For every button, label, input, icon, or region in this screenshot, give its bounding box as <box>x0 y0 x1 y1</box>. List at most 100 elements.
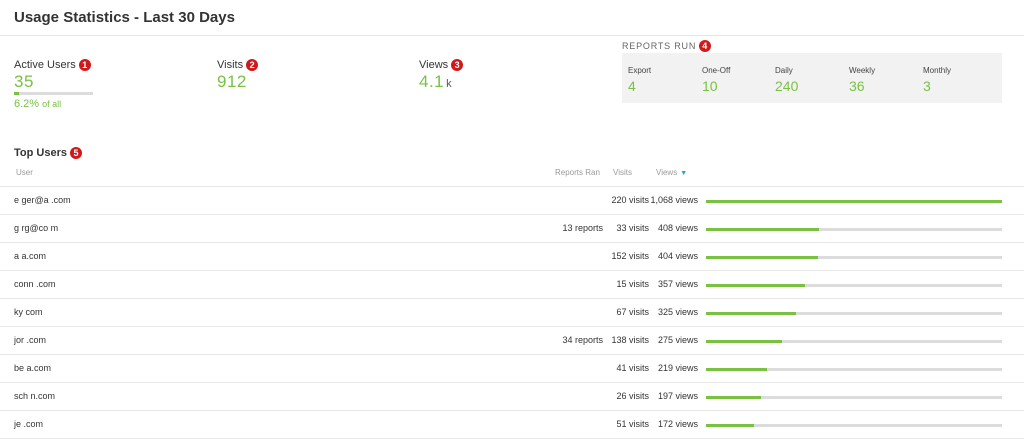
views-count: 325 views <box>657 307 698 317</box>
visits-count: 152 visits <box>611 251 649 261</box>
top-users-title: Top Users 5 <box>14 147 82 159</box>
visits-label: Visits <box>217 59 244 71</box>
badge-3: 3 <box>451 59 464 71</box>
user-email: jor .com <box>14 335 47 345</box>
badge-4: 4 <box>699 40 712 52</box>
column-header-views[interactable]: Views ▼ <box>656 168 687 177</box>
views-bar-fill <box>706 396 761 399</box>
reports-run-item-value: 36 <box>849 78 865 94</box>
column-header-views-label: Views <box>656 168 678 177</box>
visits-count: 26 visits <box>616 391 649 401</box>
reports-run-item-value: 10 <box>702 78 718 94</box>
reports-run-panel: Export 4 One-Off 10 Daily 240 Weekly 36 Monthly 3 <box>622 53 1002 103</box>
reports-run-item-label: Export <box>628 66 652 75</box>
active-users-bar <box>14 92 93 95</box>
user-email: g rg@co m <box>14 223 59 233</box>
reports-count: 13 reports <box>562 223 603 233</box>
sort-down-icon: ▼ <box>680 170 688 177</box>
top-users-title-text: Top Users <box>14 147 67 159</box>
reports-run-item-label: One-Off <box>702 66 731 75</box>
reports-run-item: Export 4 <box>628 66 651 94</box>
active-users-label: Active Users <box>14 59 76 71</box>
views-bar-fill <box>706 340 783 343</box>
views-bar-fill <box>706 200 1002 203</box>
views-unit: k <box>446 78 453 90</box>
column-header-reports[interactable]: Reports Ran <box>555 168 600 177</box>
active-users-percent-value: 6.2% <box>14 98 40 110</box>
user-email: je .com <box>14 419 44 429</box>
table-row[interactable]: ky com 67 visits 325 views <box>0 299 1024 327</box>
views-bar <box>706 228 1002 231</box>
table-row[interactable]: e ger@a .com 220 visits 1,068 views <box>0 187 1024 215</box>
reports-run-title-text: REPORTS RUN <box>622 41 697 51</box>
views-count: 357 views <box>657 279 698 289</box>
visits-count: 220 visits <box>611 195 649 205</box>
views-bar <box>706 312 1002 315</box>
views-count: 172 views <box>657 419 698 429</box>
views-bar-fill <box>706 228 820 231</box>
user-email: sch n.com <box>14 391 56 401</box>
active-users-percent-suffix: of all <box>42 99 62 109</box>
visits-stat: Visits 2 912 <box>217 59 259 92</box>
reports-run-item: Weekly 36 <box>849 66 875 94</box>
badge-1: 1 <box>78 59 91 71</box>
table-row[interactable]: je .com 51 visits 172 views <box>0 411 1024 439</box>
badge-2: 2 <box>246 59 259 71</box>
table-row[interactable]: jor .com 34 reports 138 visits 275 views <box>0 327 1024 355</box>
user-email: a a.com <box>14 251 47 261</box>
column-header-user[interactable]: User <box>16 168 33 177</box>
user-email: be a.com <box>14 363 52 373</box>
views-label: Views <box>419 59 449 71</box>
views-bar <box>706 340 1002 343</box>
table-row[interactable]: conn .com 15 visits 357 views <box>0 271 1024 299</box>
views-bar-fill <box>706 284 805 287</box>
reports-run-title: REPORTS RUN 4 <box>622 40 712 52</box>
visits-count: 41 visits <box>616 363 649 373</box>
active-users-value: 35 <box>14 72 34 91</box>
reports-run-item: Daily 240 <box>775 66 798 94</box>
reports-run-item-value: 3 <box>923 78 931 94</box>
reports-run-item: Monthly 3 <box>923 66 951 94</box>
views-count: 1,068 views <box>650 195 698 205</box>
reports-run-item-label: Weekly <box>849 66 876 75</box>
views-count: 219 views <box>657 363 698 373</box>
badge-5: 5 <box>69 147 82 159</box>
views-bar <box>706 284 1002 287</box>
user-email: ky com <box>14 307 43 317</box>
views-count: 404 views <box>657 251 698 261</box>
active-users-percent: 6.2% of all <box>14 98 61 110</box>
visits-count: 33 visits <box>616 223 649 233</box>
column-header-visits[interactable]: Visits <box>613 168 632 177</box>
views-bar-fill <box>706 424 754 427</box>
visits-count: 67 visits <box>616 307 649 317</box>
views-bar-fill <box>706 368 767 371</box>
visits-count: 138 visits <box>611 335 649 345</box>
page-title: Usage Statistics - Last 30 Days <box>14 9 235 26</box>
views-value: 4.1 <box>419 72 445 91</box>
visits-count: 51 visits <box>616 419 649 429</box>
views-stat: Views 3 4.1 k <box>419 59 464 92</box>
views-bar <box>706 424 1002 427</box>
table-row[interactable]: sch n.com 26 visits 197 views <box>0 383 1024 411</box>
views-count: 275 views <box>657 335 698 345</box>
reports-run-item-value: 240 <box>775 78 799 94</box>
views-count: 197 views <box>657 391 698 401</box>
active-users-stat: Active Users 1 35 <box>14 59 91 92</box>
table-row[interactable]: g rg@co m 13 reports 33 visits 408 views <box>0 215 1024 243</box>
table-row[interactable]: be a.com 41 visits 219 views <box>0 355 1024 383</box>
reports-run-item-label: Daily <box>775 66 793 75</box>
views-bar <box>706 368 1002 371</box>
table-row[interactable]: a a.com 152 visits 404 views <box>0 243 1024 271</box>
user-email: e ger@a .com <box>14 195 71 205</box>
reports-count: 34 reports <box>562 335 603 345</box>
visits-count: 15 visits <box>616 279 649 289</box>
user-email: conn .com <box>14 279 56 289</box>
views-bar-fill <box>706 256 818 259</box>
reports-run-item-label: Monthly <box>923 66 952 75</box>
reports-run-item-value: 4 <box>628 78 636 94</box>
views-count: 408 views <box>657 223 698 233</box>
reports-run-item: One-Off 10 <box>702 66 730 94</box>
active-users-bar-fill <box>14 92 19 95</box>
views-bar <box>706 256 1002 259</box>
views-bar-fill <box>706 312 797 315</box>
